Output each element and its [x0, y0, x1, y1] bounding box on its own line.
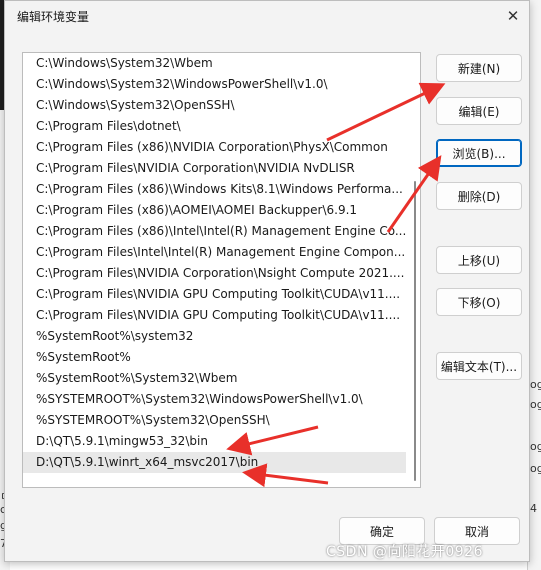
- path-list-item[interactable]: C:\Program Files\NVIDIA GPU Computing To…: [23, 284, 406, 305]
- background-text-fragment: og: [530, 378, 541, 391]
- path-list[interactable]: C:\Windows\System32\Wbem C:\Windows\Syste…: [22, 52, 421, 488]
- dialog-title: 编辑环境变量: [17, 10, 90, 24]
- path-list-item[interactable]: C:\Program Files\NVIDIA GPU Computing To…: [23, 305, 406, 326]
- path-list-item[interactable]: %SYSTEMROOT%\System32\WindowsPowerShell\…: [23, 389, 406, 410]
- csdn-watermark: CSDN @向阳花开0926: [326, 544, 483, 560]
- path-list-item[interactable]: %SystemRoot%\System32\Wbem: [23, 368, 406, 389]
- title-bar[interactable]: 编辑环境变量 ✕: [5, 1, 529, 31]
- path-list-item[interactable]: %SystemRoot%: [23, 347, 406, 368]
- browse-button[interactable]: 浏览(B)...: [436, 139, 522, 167]
- path-list-rows: C:\Windows\System32\Wbem C:\Windows\Syste…: [23, 53, 420, 473]
- path-list-item[interactable]: %SystemRoot%\system32: [23, 326, 406, 347]
- path-list-item[interactable]: C:\Program Files\Intel\Intel(R) Manageme…: [23, 242, 406, 263]
- move-down-button[interactable]: 下移(O): [436, 288, 522, 316]
- delete-button[interactable]: 删除(D): [436, 182, 522, 210]
- scrollbar-thumb[interactable]: [414, 181, 416, 481]
- path-list-item[interactable]: C:\Program Files\dotnet\: [23, 116, 406, 137]
- path-list-item[interactable]: D:\QT\5.9.1\mingw53_32\bin: [23, 431, 406, 452]
- edit-env-variable-dialog: 编辑环境变量 ✕ C:\Windows\System32\Wbem C:\Wind…: [4, 0, 530, 562]
- background-text-fragment: 4: [530, 502, 537, 515]
- path-list-item[interactable]: C:\Windows\System32\WindowsPowerShell\v1…: [23, 74, 406, 95]
- background-text-fragment: og: [530, 440, 541, 453]
- path-list-item[interactable]: C:\Program Files\NVIDIA Corporation\Nsig…: [23, 263, 406, 284]
- path-list-item[interactable]: %SYSTEMROOT%\System32\OpenSSH\: [23, 410, 406, 431]
- scrollbar[interactable]: [412, 53, 418, 487]
- close-icon[interactable]: ✕: [497, 1, 529, 31]
- edit-text-button[interactable]: 编辑文本(T)...: [436, 352, 522, 380]
- path-list-item[interactable]: C:\Program Files (x86)\Intel\Intel(R) Ma…: [23, 221, 406, 242]
- background-text-fragment: og: [530, 398, 541, 411]
- path-list-item[interactable]: C:\Program Files (x86)\NVIDIA Corporatio…: [23, 137, 406, 158]
- path-list-item[interactable]: C:\Windows\System32\Wbem: [23, 53, 406, 74]
- path-list-item[interactable]: D:\QT\5.9.1\winrt_x64_msvc2017\bin: [23, 452, 406, 473]
- path-list-item[interactable]: C:\Program Files (x86)\Windows Kits\8.1\…: [23, 179, 406, 200]
- new-button[interactable]: 新建(N): [436, 54, 522, 82]
- move-up-button[interactable]: 上移(U): [436, 246, 522, 274]
- background-text-fragment: og: [530, 462, 541, 475]
- path-list-item[interactable]: C:\Windows\System32\OpenSSH\: [23, 95, 406, 116]
- edit-button[interactable]: 编辑(E): [436, 97, 522, 125]
- path-list-item[interactable]: C:\Program Files\NVIDIA Corporation\NVID…: [23, 158, 406, 179]
- path-list-item[interactable]: C:\Program Files (x86)\AOMEI\AOMEI Backu…: [23, 200, 406, 221]
